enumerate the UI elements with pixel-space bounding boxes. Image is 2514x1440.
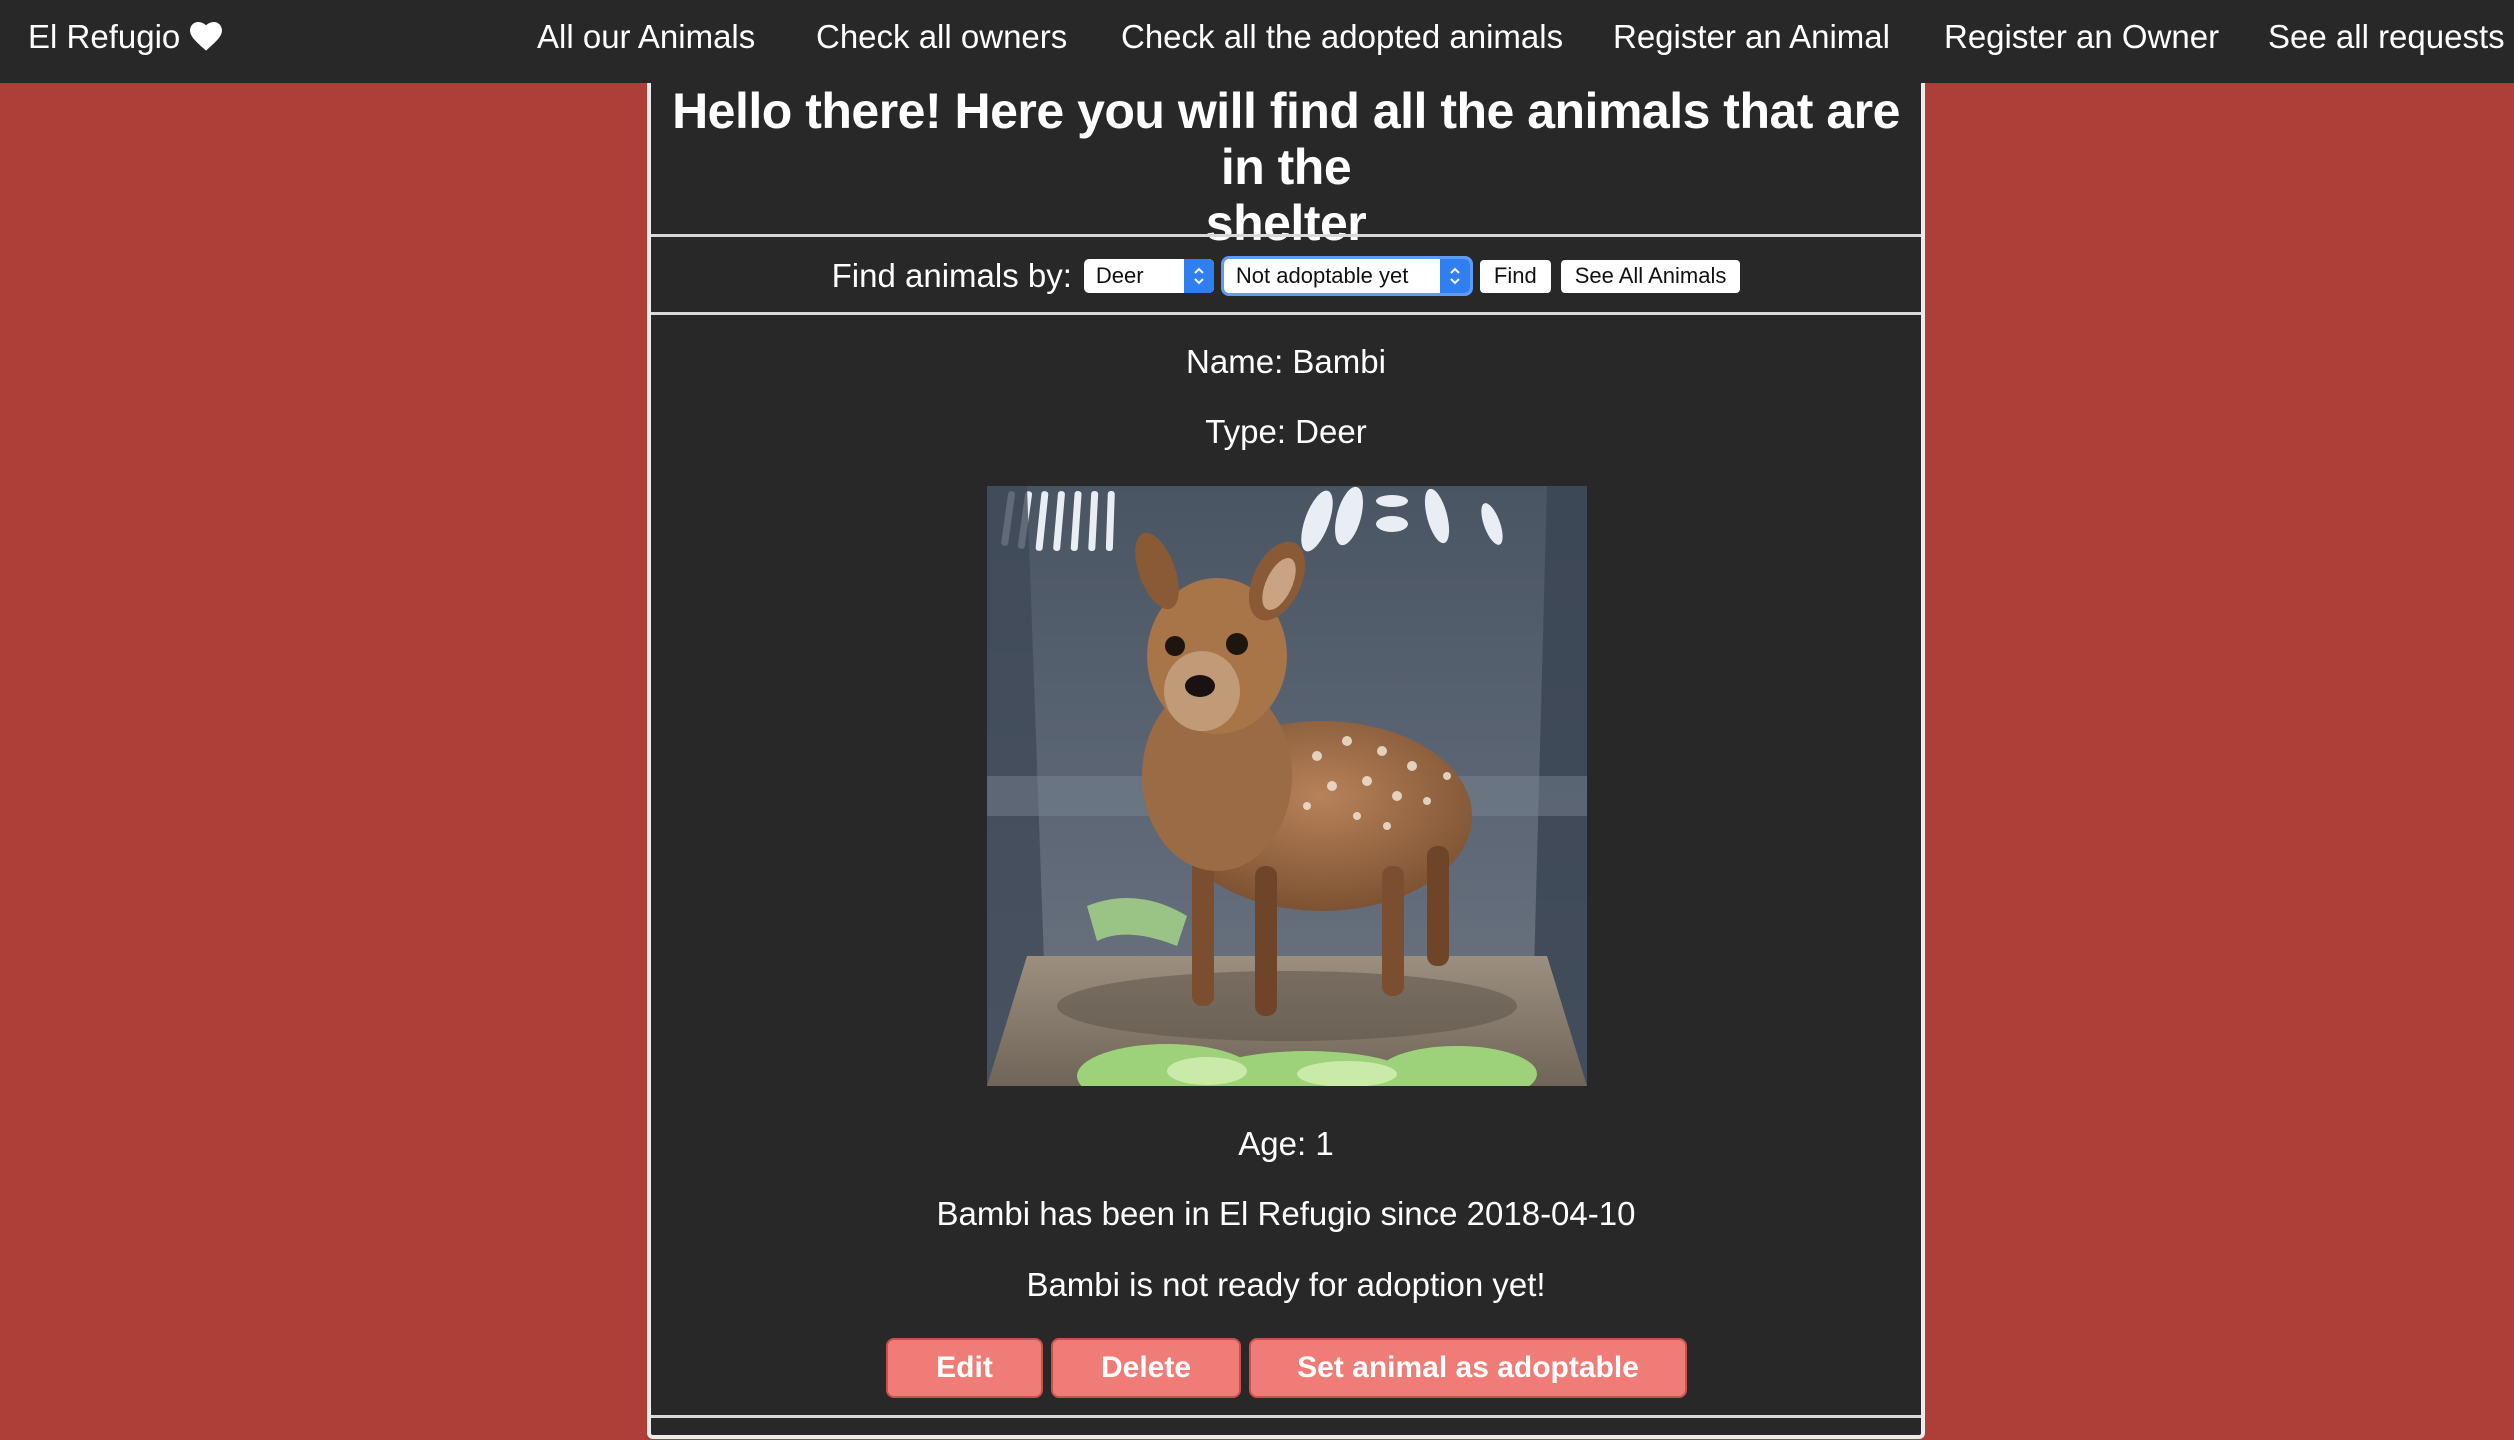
divider bbox=[651, 1415, 1921, 1418]
page-title: Hello there! Here you will find all the … bbox=[651, 83, 1921, 251]
see-all-animals-button[interactable]: See All Animals bbox=[1560, 259, 1741, 293]
filter-bar: Find animals by: Deer Not adoptable yet … bbox=[651, 240, 1921, 312]
navbar: El Refugio All our Animals Check all own… bbox=[0, 0, 2514, 83]
nav-link-adopted-animals[interactable]: Check all the adopted animals bbox=[1121, 0, 1563, 74]
divider bbox=[651, 234, 1921, 237]
set-adoptable-button[interactable]: Set animal as adoptable bbox=[1249, 1338, 1687, 1398]
heart-icon bbox=[190, 22, 223, 51]
divider bbox=[651, 312, 1921, 315]
animal-age: Age: 1 bbox=[1238, 1125, 1334, 1162]
adoption-status-value: Not adoptable yet bbox=[1235, 263, 1409, 288]
animal-type-value: Deer bbox=[1095, 263, 1144, 288]
filter-label: Find animals by: bbox=[831, 257, 1072, 294]
chevron-updown-icon bbox=[1183, 259, 1214, 293]
nav-link-all-animals[interactable]: All our Animals bbox=[537, 0, 755, 74]
adoption-status-select[interactable]: Not adoptable yet bbox=[1223, 259, 1470, 293]
delete-button[interactable]: Delete bbox=[1051, 1338, 1241, 1398]
edit-button[interactable]: Edit bbox=[886, 1338, 1043, 1398]
brand-link[interactable]: El Refugio bbox=[28, 0, 223, 74]
nav-link-requests[interactable]: See all requests bbox=[2268, 0, 2505, 74]
animal-type: Type: Deer bbox=[1205, 413, 1367, 450]
action-bar: Edit Delete Set animal as adoptable bbox=[651, 1338, 1921, 1398]
nav-link-register-animal[interactable]: Register an Animal bbox=[1613, 0, 1890, 74]
animal-since: Bambi has been in El Refugio since 2018-… bbox=[936, 1195, 1636, 1232]
animal-name: Name: Bambi bbox=[1186, 343, 1386, 380]
find-button[interactable]: Find bbox=[1479, 259, 1551, 293]
nav-link-owners[interactable]: Check all owners bbox=[816, 0, 1067, 74]
animal-type-select[interactable]: Deer bbox=[1083, 259, 1214, 293]
nav-link-register-owner[interactable]: Register an Owner bbox=[1944, 0, 2219, 74]
page-title-line-1: Hello there! Here you will find all the … bbox=[672, 83, 1900, 195]
animal-panel: Hello there! Here you will find all the … bbox=[647, 83, 1925, 1439]
adoption-status-text: Bambi is not ready for adoption yet! bbox=[1026, 1266, 1546, 1303]
brand-label: El Refugio bbox=[28, 18, 181, 55]
chevron-updown-icon bbox=[1439, 259, 1470, 293]
animal-photo bbox=[987, 486, 1587, 1086]
